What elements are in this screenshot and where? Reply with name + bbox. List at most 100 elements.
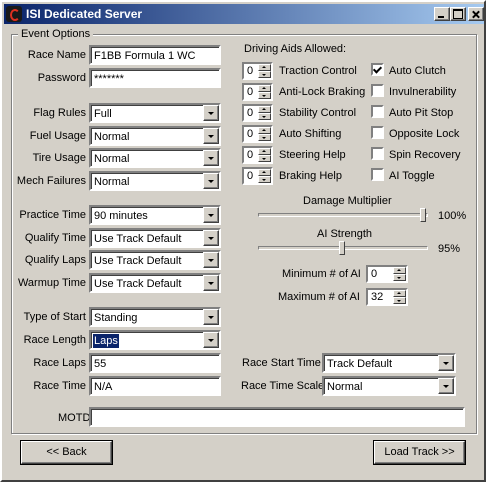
aid-toggle-label[interactable]: Spin Recovery (389, 149, 461, 161)
chevron-down-icon[interactable] (203, 230, 219, 246)
spin-up-icon[interactable] (258, 85, 271, 92)
aid-level-spinner[interactable]: 0 (242, 62, 273, 80)
min-ai-label: Minimum # of AI (282, 268, 361, 280)
spin-buttons[interactable] (258, 85, 271, 99)
chevron-down-icon[interactable] (203, 173, 219, 189)
qualify-time-select[interactable]: Use Track Default (89, 228, 221, 248)
min-ai-spinner[interactable]: 0 (366, 265, 408, 283)
chevron-down-icon[interactable] (203, 332, 219, 348)
spin-up-icon[interactable] (258, 169, 271, 176)
maximize-button[interactable] (450, 7, 466, 21)
chevron-down-icon[interactable] (203, 150, 219, 166)
race-length-select[interactable]: Laps (89, 330, 221, 350)
tire-usage-label: Tire Usage (32, 152, 86, 164)
chevron-down-icon[interactable] (203, 105, 219, 121)
aid-toggle-checkbox[interactable] (371, 168, 384, 181)
qualify-laps-label: Qualify Laps (24, 254, 86, 266)
aid-level-label: Braking Help (279, 170, 342, 182)
practice-time-select[interactable]: 90 minutes (89, 205, 221, 225)
ai-strength-thumb[interactable] (339, 241, 345, 255)
race-time-input[interactable]: N/A (89, 376, 221, 396)
spin-down-icon[interactable] (258, 92, 271, 99)
spin-down-icon[interactable] (258, 134, 271, 141)
aid-toggle-label[interactable]: Opposite Lock (389, 128, 459, 140)
spin-down-icon[interactable] (258, 71, 271, 78)
race-length-label: Race Length (23, 334, 86, 346)
warmup-time-select[interactable]: Use Track Default (89, 273, 221, 293)
aid-toggle-checkbox[interactable] (371, 126, 384, 139)
aid-toggle-checkbox[interactable] (371, 84, 384, 97)
type-of-start-label: Type of Start (23, 311, 86, 323)
aid-toggle-checkbox[interactable] (371, 147, 384, 160)
tire-usage-select[interactable]: Normal (89, 148, 221, 168)
password-input[interactable]: ******* (89, 68, 221, 88)
race-start-time-value: Track Default (327, 358, 393, 370)
spin-up-icon[interactable] (258, 106, 271, 113)
max-ai-spinner[interactable]: 32 (366, 288, 408, 306)
race-name-input[interactable]: F1BB Formula 1 WC (89, 45, 221, 65)
chevron-down-icon[interactable] (438, 355, 454, 371)
back-button[interactable]: << Back (21, 441, 112, 464)
motd-label: MOTD (58, 412, 91, 424)
warmup-time-value: Use Track Default (94, 278, 182, 290)
qualify-time-label: Qualify Time (24, 232, 86, 244)
fuel-usage-select[interactable]: Normal (89, 126, 221, 146)
flag-rules-select[interactable]: Full (89, 103, 221, 123)
spin-buttons[interactable] (393, 290, 406, 304)
spin-down-icon[interactable] (258, 155, 271, 162)
aid-toggle-label[interactable]: Auto Clutch (389, 65, 446, 77)
spin-up-icon[interactable] (393, 290, 406, 297)
spin-down-icon[interactable] (258, 176, 271, 183)
flag-rules-label: Flag Rules (33, 107, 86, 119)
spin-up-icon[interactable] (258, 127, 271, 134)
chevron-down-icon[interactable] (438, 378, 454, 394)
spin-down-icon[interactable] (393, 274, 406, 281)
chevron-down-icon[interactable] (203, 275, 219, 291)
spin-down-icon[interactable] (393, 297, 406, 304)
spin-up-icon[interactable] (258, 64, 271, 71)
motd-input[interactable] (89, 407, 465, 427)
minimize-button[interactable] (434, 7, 450, 21)
mech-failures-select[interactable]: Normal (89, 171, 221, 191)
spin-buttons[interactable] (258, 169, 271, 183)
race-start-time-label: Race Start Time (242, 357, 321, 369)
aid-level-spinner[interactable]: 0 (242, 125, 273, 143)
spin-buttons[interactable] (258, 64, 271, 78)
aid-level-spinner[interactable]: 0 (242, 83, 273, 101)
damage-multiplier-value: 100% (438, 210, 467, 222)
spin-buttons[interactable] (258, 148, 271, 162)
driving-aids-header: Driving Aids Allowed: (244, 43, 347, 55)
type-of-start-select[interactable]: Standing (89, 307, 221, 327)
ai-strength-label: AI Strength (317, 228, 373, 240)
aid-toggle-checkbox[interactable] (371, 63, 384, 76)
close-button[interactable] (468, 7, 484, 21)
chevron-down-icon[interactable] (203, 309, 219, 325)
race-time-scale-select[interactable]: Normal (322, 376, 456, 396)
load-track-button[interactable]: Load Track >> (374, 441, 465, 464)
spin-down-icon[interactable] (258, 113, 271, 120)
qualify-laps-select[interactable]: Use Track Default (89, 250, 221, 270)
aid-toggle-label[interactable]: AI Toggle (389, 170, 435, 182)
race-start-time-select[interactable]: Track Default (322, 353, 456, 373)
spin-up-icon[interactable] (393, 267, 406, 274)
aid-level-value: 0 (247, 107, 254, 119)
aid-level-spinner[interactable]: 0 (242, 104, 273, 122)
aid-toggle-label[interactable]: Auto Pit Stop (389, 107, 453, 119)
spin-buttons[interactable] (393, 267, 406, 281)
aid-level-spinner[interactable]: 0 (242, 146, 273, 164)
aid-toggle-label[interactable]: Invulnerability (389, 86, 456, 98)
spin-up-icon[interactable] (258, 148, 271, 155)
aid-level-spinner[interactable]: 0 (242, 167, 273, 185)
chevron-down-icon[interactable] (203, 207, 219, 223)
spin-buttons[interactable] (258, 106, 271, 120)
aid-toggle-checkbox[interactable] (371, 105, 384, 118)
practice-time-value: 90 minutes (94, 210, 148, 222)
chevron-down-icon[interactable] (203, 128, 219, 144)
chevron-down-icon[interactable] (203, 252, 219, 268)
aid-level-value: 0 (247, 149, 254, 161)
race-laps-input[interactable]: 55 (89, 353, 221, 373)
title-bar[interactable]: ISI Dedicated Server (4, 4, 484, 24)
damage-multiplier-track[interactable] (258, 213, 428, 217)
spin-buttons[interactable] (258, 127, 271, 141)
damage-multiplier-thumb[interactable] (420, 208, 426, 222)
